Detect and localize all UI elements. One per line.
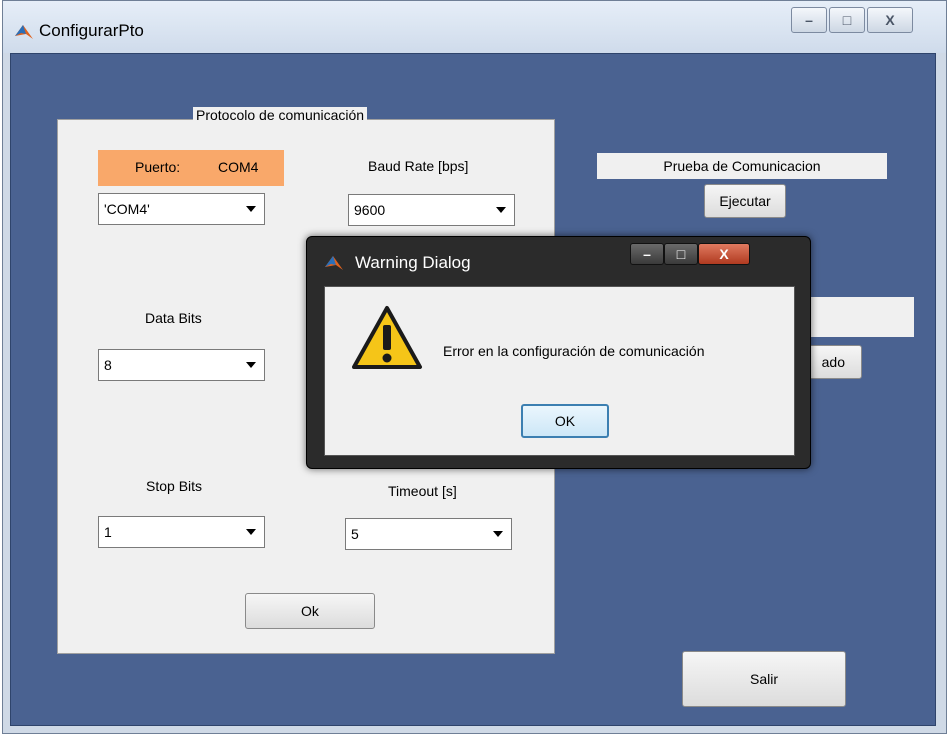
dialog-title: Warning Dialog xyxy=(355,253,471,272)
baud-rate-select[interactable]: 9600 xyxy=(348,194,515,226)
warning-icon xyxy=(352,306,422,369)
timeout-select[interactable]: 5 xyxy=(345,518,512,550)
comm-test-label: Prueba de Comunicacion xyxy=(597,153,887,179)
panel-title: Protocolo de comunicación xyxy=(193,107,368,123)
dialog-minimize-button[interactable]: – xyxy=(630,243,664,265)
port-value: COM4 xyxy=(218,159,259,175)
stop-bits-select[interactable]: 1 xyxy=(98,516,265,548)
matlab-icon xyxy=(325,256,343,270)
minimize-icon: – xyxy=(805,12,813,28)
dialog-message: Error en la configuración de comunicació… xyxy=(443,343,705,359)
port-select[interactable]: 'COM4' xyxy=(98,193,265,225)
close-icon: X xyxy=(885,12,895,28)
dialog-ok-button[interactable]: OK xyxy=(521,404,609,438)
minimize-icon: – xyxy=(643,246,651,262)
baud-rate-label: Baud Rate [bps] xyxy=(368,158,469,174)
data-bits-select[interactable]: 8 xyxy=(98,349,265,381)
chevron-down-icon xyxy=(488,195,514,225)
chevron-down-icon xyxy=(238,350,264,380)
port-status-box: Puerto: COM4 xyxy=(98,150,284,186)
ok-button[interactable]: Ok xyxy=(245,593,375,629)
data-bits-label: Data Bits xyxy=(145,310,202,326)
maximize-button[interactable]: □ xyxy=(829,7,865,33)
dialog-title-bar[interactable]: Warning Dialog – □ X xyxy=(307,237,810,283)
minimize-button[interactable]: – xyxy=(791,7,827,33)
window-title: ConfigurarPto xyxy=(39,21,144,40)
main-title-bar[interactable]: ConfigurarPto – □ X xyxy=(3,1,946,53)
warning-dialog: Warning Dialog – □ X Error en la configu… xyxy=(306,236,811,469)
chevron-down-icon xyxy=(238,194,264,224)
execute-button[interactable]: Ejecutar xyxy=(704,184,786,218)
dialog-maximize-button[interactable]: □ xyxy=(664,243,698,265)
maximize-icon: □ xyxy=(842,12,852,28)
chevron-down-icon xyxy=(485,519,511,549)
dialog-close-button[interactable]: X xyxy=(698,243,750,265)
matlab-icon xyxy=(15,25,33,39)
maximize-icon: □ xyxy=(676,246,686,262)
port-label: Puerto: xyxy=(135,159,181,175)
close-button[interactable]: X xyxy=(867,7,913,33)
dialog-body: Error en la configuración de comunicació… xyxy=(324,286,795,456)
exit-button[interactable]: Salir xyxy=(682,651,846,707)
timeout-label: Timeout [s] xyxy=(388,483,457,499)
chevron-down-icon xyxy=(238,517,264,547)
stop-bits-label: Stop Bits xyxy=(146,478,203,494)
close-icon: X xyxy=(719,246,729,262)
